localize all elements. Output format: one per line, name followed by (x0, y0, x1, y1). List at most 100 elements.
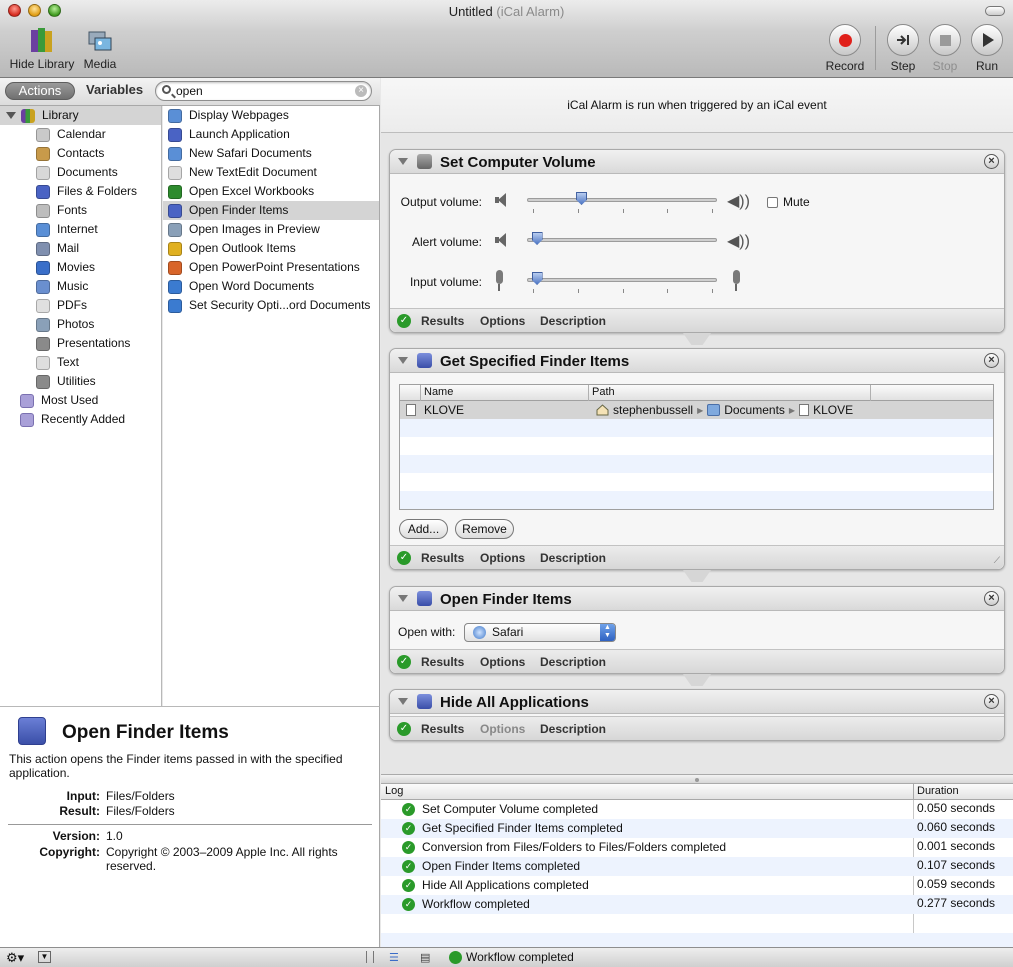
smart-folder-item[interactable]: Most Used (0, 391, 161, 410)
hide-library-button[interactable]: Hide Library (8, 26, 76, 71)
library-item[interactable]: Files & Folders (0, 182, 161, 201)
action-list-item[interactable]: Open Finder Items (163, 201, 379, 220)
log-row[interactable]: ✓ Get Specified Finder Items completed 0.0… (381, 819, 1013, 838)
library-item[interactable]: Documents (0, 163, 161, 182)
run-button[interactable]: Run (968, 24, 1006, 73)
results-tab[interactable]: Results (421, 314, 464, 328)
library-item[interactable]: Music (0, 277, 161, 296)
collapse-triangle-icon[interactable] (398, 595, 408, 602)
disclosure-triangle-icon[interactable] (6, 112, 16, 119)
library-item[interactable]: PDFs (0, 296, 161, 315)
toolbar-toggle-button[interactable] (985, 6, 1005, 16)
log-row[interactable]: ✓ Hide All Applications completed 0.059 se… (381, 876, 1013, 895)
mute-checkbox[interactable] (767, 197, 778, 208)
column-duration[interactable]: Duration (917, 785, 959, 797)
remove-action-icon[interactable]: × (984, 154, 999, 169)
action-list-item[interactable]: Launch Application (163, 125, 379, 144)
speaker-high-icon: ◀)) (727, 233, 750, 250)
collapse-triangle-icon[interactable] (398, 158, 408, 165)
action-get-specified-finder-items[interactable]: Get Specified Finder Items × Name Path K… (389, 348, 1005, 570)
input-volume-slider[interactable] (527, 278, 717, 282)
description-tab[interactable]: Description (540, 551, 606, 565)
output-volume-knob[interactable] (576, 192, 588, 205)
library-item[interactable]: Calendar (0, 125, 161, 144)
log-list-icon[interactable]: ☰ (389, 951, 399, 964)
remove-button[interactable]: Remove (455, 519, 514, 539)
action-hide-all-applications[interactable]: Hide All Applications × ✓ Results Option… (389, 689, 1005, 741)
action-list-item[interactable]: Open Images in Preview (163, 220, 379, 239)
action-set-computer-volume[interactable]: Set Computer Volume × Output volume: ◀))… (389, 149, 1005, 333)
remove-action-icon[interactable]: × (984, 591, 999, 606)
results-tab[interactable]: Results (421, 722, 464, 736)
library-item[interactable]: Photos (0, 315, 161, 334)
action-icon (168, 298, 182, 313)
action-list-item[interactable]: Open Word Documents (163, 277, 379, 296)
results-tab[interactable]: Results (421, 655, 464, 669)
path-control[interactable]: stephenbussell ▶ Documents ▶ KLOVE (596, 403, 853, 417)
pane-resize-icon[interactable] (366, 951, 374, 963)
log-splitter[interactable] (381, 774, 1013, 784)
search-input[interactable]: open (176, 84, 203, 98)
gear-icon[interactable]: ⚙▾ (6, 950, 24, 966)
table-row[interactable]: KLOVE stephenbussell ▶ Documents ▶ KLOVE (400, 401, 993, 419)
log-row[interactable]: ✓ Workflow completed 0.277 seconds (381, 895, 1013, 914)
options-tab[interactable]: Options (480, 551, 525, 565)
internet-icon (36, 222, 50, 237)
action-list-item[interactable]: Display Webpages (163, 106, 379, 125)
variables-list-icon[interactable]: ▤ (420, 951, 430, 964)
clear-search-icon[interactable]: × (355, 85, 367, 97)
smart-folder-item[interactable]: Recently Added (0, 410, 161, 429)
library-item[interactable]: Internet (0, 220, 161, 239)
remove-action-icon[interactable]: × (984, 353, 999, 368)
action-open-finder-items[interactable]: Open Finder Items × Open with: Safari ▲ ▼… (389, 586, 1005, 674)
input-volume-knob[interactable] (531, 272, 543, 285)
window-subtitle: (iCal Alarm) (496, 4, 565, 19)
action-list-item[interactable]: New Safari Documents (163, 144, 379, 163)
record-button[interactable]: Record (825, 24, 865, 73)
show-description-icon[interactable]: ▼ (38, 951, 51, 963)
output-volume-slider[interactable] (527, 198, 717, 202)
alert-volume-knob[interactable] (531, 232, 543, 245)
options-tab[interactable]: Options (480, 314, 525, 328)
add-button[interactable]: Add... (399, 519, 448, 539)
description-tab[interactable]: Description (540, 722, 606, 736)
success-check-icon (449, 951, 462, 964)
column-name[interactable]: Name (424, 386, 453, 398)
collapse-triangle-icon[interactable] (398, 698, 408, 705)
action-list-item[interactable]: Open Excel Workbooks (163, 182, 379, 201)
stop-button[interactable]: Stop (925, 24, 965, 73)
collapse-triangle-icon[interactable] (398, 357, 408, 364)
step-button[interactable]: Step (884, 24, 922, 73)
options-tab[interactable]: Options (480, 655, 525, 669)
action-list-item[interactable]: Set Security Opti...ord Documents (163, 296, 379, 315)
resize-handle-icon[interactable]: ⟋ (994, 555, 1000, 566)
description-tab[interactable]: Description (540, 314, 606, 328)
remove-action-icon[interactable]: × (984, 694, 999, 709)
library-item[interactable]: Utilities (0, 372, 161, 391)
description-tab[interactable]: Description (540, 655, 606, 669)
log-row[interactable]: ✓ Conversion from Files/Folders to Files/… (381, 838, 1013, 857)
library-item[interactable]: Fonts (0, 201, 161, 220)
library-item[interactable]: Presentations (0, 334, 161, 353)
open-with-popup[interactable]: Safari ▲ ▼ (464, 623, 616, 642)
search-field[interactable]: open × (155, 81, 372, 101)
alert-volume-slider[interactable] (527, 238, 717, 242)
action-list-item[interactable]: Open Outlook Items (163, 239, 379, 258)
library-root[interactable]: Library (0, 106, 161, 125)
results-tab[interactable]: Results (421, 551, 464, 565)
options-tab[interactable]: Options (480, 722, 525, 736)
library-item[interactable]: Text (0, 353, 161, 372)
action-list-item[interactable]: Open PowerPoint Presentations (163, 258, 379, 277)
success-check-icon: ✓ (402, 803, 415, 816)
action-list-item[interactable]: New TextEdit Document (163, 163, 379, 182)
log-row[interactable]: ✓ Open Finder Items completed 0.107 second… (381, 857, 1013, 876)
column-log[interactable]: Log (385, 785, 403, 797)
log-row[interactable]: ✓ Set Computer Volume completed 0.050 seco… (381, 800, 1013, 819)
library-item[interactable]: Movies (0, 258, 161, 277)
library-item[interactable]: Contacts (0, 144, 161, 163)
media-button[interactable]: Media (80, 26, 120, 71)
library-item[interactable]: Mail (0, 239, 161, 258)
tab-actions[interactable]: Actions (5, 82, 75, 100)
tab-variables[interactable]: Variables (78, 82, 148, 100)
column-path[interactable]: Path (592, 386, 615, 398)
